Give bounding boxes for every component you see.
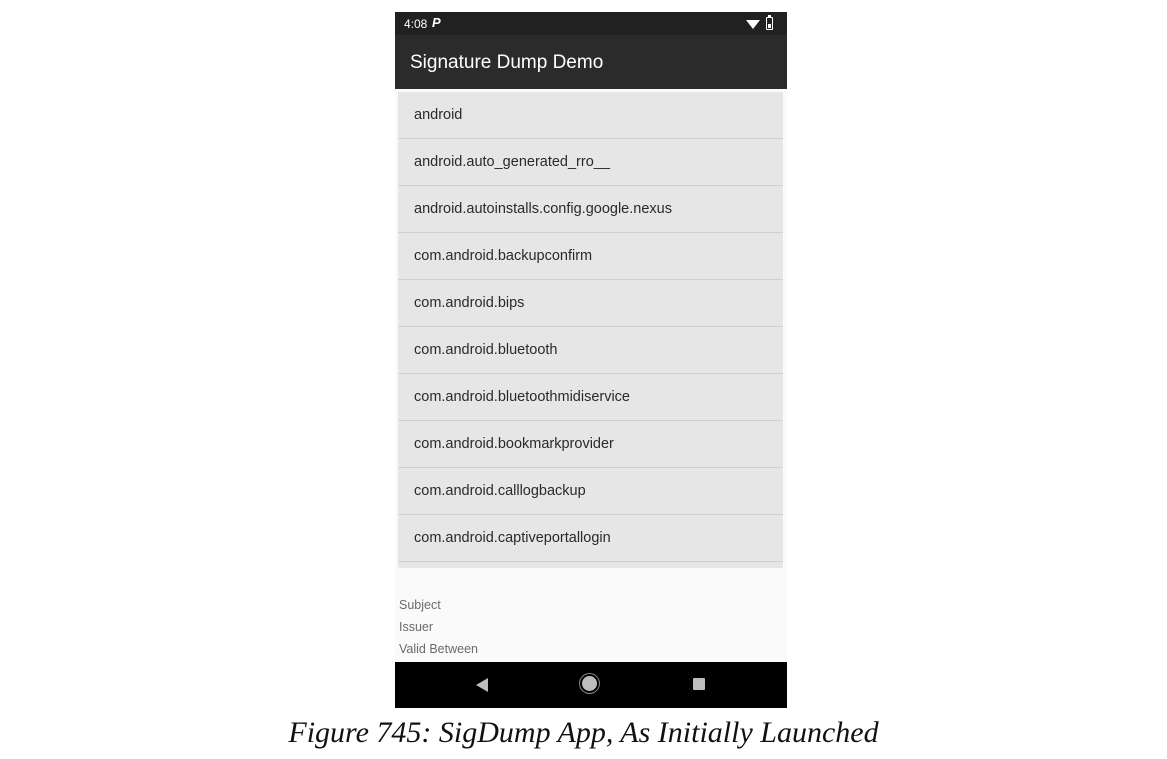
battery-icon [766,14,773,30]
list-item[interactable]: com.android.captiveportallogin [398,515,783,562]
parking-notification-icon: P [432,15,441,30]
status-bar: 4:08 P [395,12,787,35]
valid-between-label: Valid Between [399,642,478,656]
list-item[interactable]: com.android.bookmarkprovider [398,421,783,468]
package-name: com.android.calllogbackup [414,483,586,499]
list-item[interactable]: com.android.calllogbackup [398,468,783,515]
package-name: android [414,107,463,123]
list-item[interactable]: android [398,92,783,139]
subject-label: Subject [399,598,441,612]
app-title: Signature Dump Demo [410,52,604,73]
issuer-label: Issuer [399,620,434,634]
status-time: 4:08 [404,17,428,31]
home-icon[interactable] [582,676,597,691]
package-name: com.android.captiveportallogin [414,530,611,546]
package-list[interactable]: android android.auto_generated_rro__ and… [398,92,783,568]
package-name: android.autoinstalls.config.google.nexus [414,201,672,217]
list-item[interactable]: com.android.bluetooth [398,327,783,374]
page: 4:08 P Signature Dump Demo android andro… [0,0,1167,759]
phone-screen: 4:08 P Signature Dump Demo android andro… [395,12,787,708]
package-name: android.auto_generated_rro__ [414,154,610,170]
list-item[interactable]: com.android.bluetoothmidiservice [398,374,783,421]
figure-caption: Figure 745: SigDump App, As Initially La… [288,716,879,749]
recents-icon[interactable] [693,678,705,690]
list-item[interactable]: android.autoinstalls.config.google.nexus [398,186,783,233]
back-icon[interactable] [476,678,488,692]
package-name: com.android.backupconfirm [414,248,593,264]
wifi-icon [746,20,760,29]
list-item[interactable]: com.android.backupconfirm [398,233,783,280]
list-item[interactable]: com.android.bips [398,280,783,327]
package-name: com.android.bluetooth [414,342,558,358]
package-name: com.android.bookmarkprovider [414,436,614,452]
package-name: com.android.bluetoothmidiservice [414,389,630,405]
certificate-details: Subject Issuer Valid Between [399,597,478,663]
package-name: com.android.bips [414,295,525,311]
list-item[interactable]: android.auto_generated_rro__ [398,139,783,186]
navigation-bar [395,662,787,708]
app-bar: Signature Dump Demo [395,35,787,89]
